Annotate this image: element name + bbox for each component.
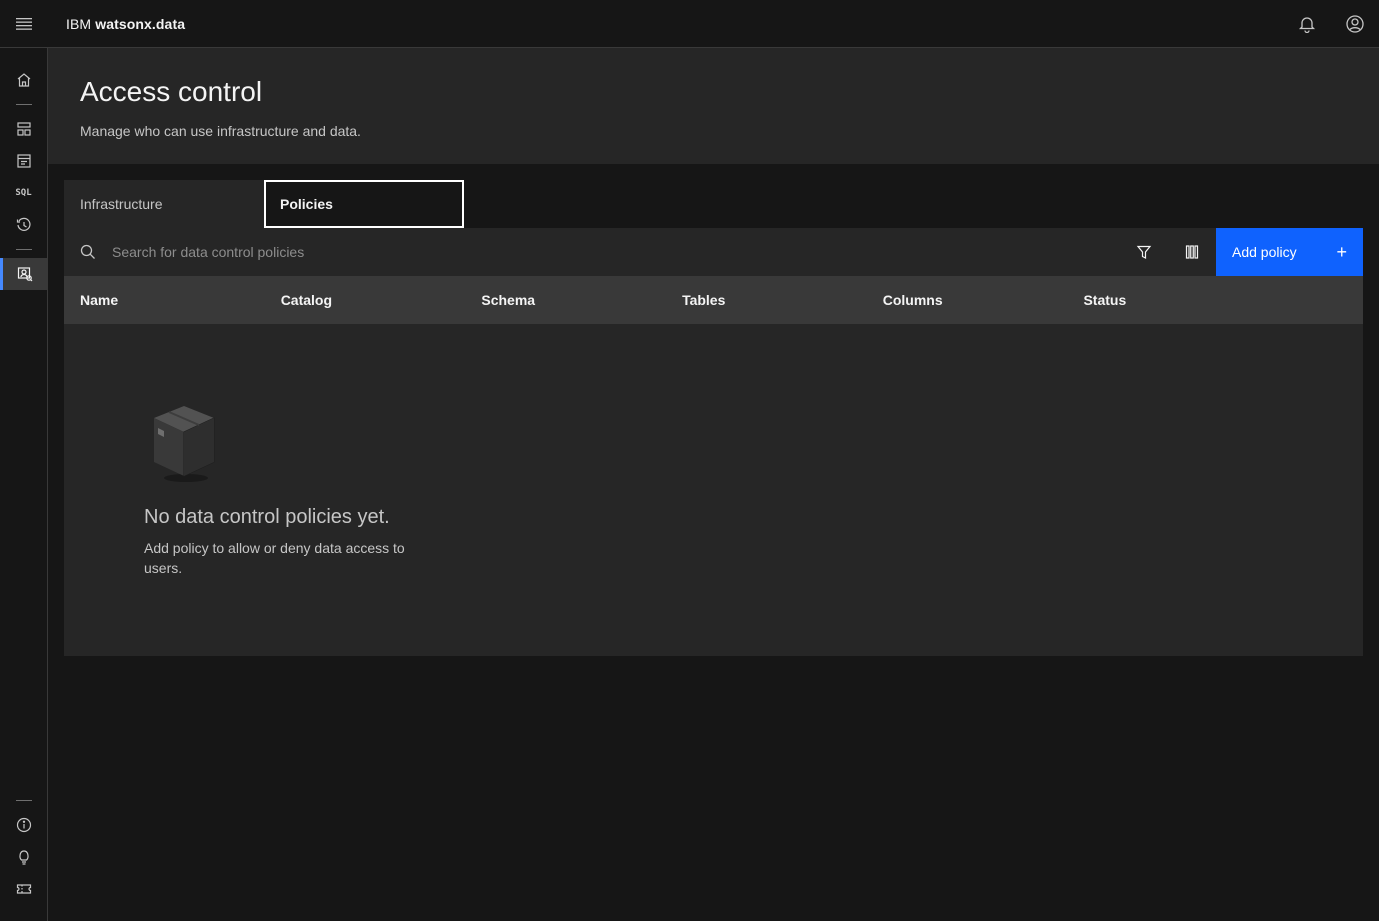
add-policy-button[interactable]: Add policy + [1216,228,1363,276]
table-toolbar: Add policy + [64,228,1363,276]
empty-state-body: Add policy to allow or deny data access … [144,540,405,576]
info-icon [16,817,31,833]
add-icon: + [1336,242,1347,262]
notification-icon [1298,16,1316,33]
page-header: Access control Manage who can use infras… [48,48,1379,164]
nav-about[interactable] [0,809,47,841]
search-input[interactable] [112,228,1120,276]
nav-query-history[interactable] [0,209,47,241]
column-header-name: Name [80,292,119,308]
nav-divider [16,249,32,250]
nav-divider [16,104,32,105]
ticket-icon [16,884,31,894]
empty-box-icon [154,406,215,482]
lightbulb-icon [18,850,29,865]
column-settings-button[interactable] [1168,228,1216,276]
search-icon-container [64,228,112,276]
top-header: IBM watsonx.data [0,0,1379,48]
search-icon [80,244,95,259]
nav-sql[interactable]: SQL [0,177,47,209]
table-header: Name Catalog Schema Tables Columns Statu… [64,276,1363,324]
column-header-schema: Schema [481,292,536,308]
data-manager-icon [16,154,31,168]
column-header-tables: Tables [682,292,726,308]
nav-home[interactable] [0,64,47,96]
add-policy-label: Add policy [1232,244,1297,260]
tab-list: Infrastructure Policies [64,180,464,228]
column-header-columns: Columns [882,292,943,308]
empty-state: No data control policies yet. Add policy… [64,324,1363,656]
user-profile-button[interactable] [1331,0,1379,48]
brand-prefix: IBM [66,15,92,32]
nav-data-manager[interactable] [0,145,47,177]
column-header-status: Status [1083,292,1127,308]
filter-button[interactable] [1120,228,1168,276]
notifications-button[interactable] [1283,0,1331,48]
access-control-icon [17,267,33,282]
column-icon [1185,245,1199,259]
user-avatar-icon [1346,14,1364,33]
tab-policies[interactable]: Policies [264,180,464,228]
nav-infrastructure[interactable] [0,113,47,145]
filter-icon [1136,245,1152,259]
page-title: Access control [80,76,263,107]
sql-icon: SQL [15,188,32,198]
empty-state-title: No data control policies yet. [144,506,390,528]
brand-product: watsonx.data [95,15,186,32]
column-header-catalog: Catalog [280,292,333,308]
nav-help[interactable] [0,841,47,873]
product-name[interactable]: IBM watsonx.data [66,16,185,32]
infrastructure-icon [16,122,31,136]
nav-access-control[interactable] [0,258,47,290]
menu-button[interactable] [0,0,48,48]
tab-infrastructure[interactable]: Infrastructure [64,180,264,228]
menu-icon [16,17,32,30]
history-icon [16,217,31,231]
side-navigation: SQL [0,48,48,921]
page-subtitle: Manage who can use infrastructure and da… [80,123,361,139]
nav-tickets[interactable] [0,873,47,905]
nav-divider [16,800,32,801]
home-icon [17,73,30,87]
